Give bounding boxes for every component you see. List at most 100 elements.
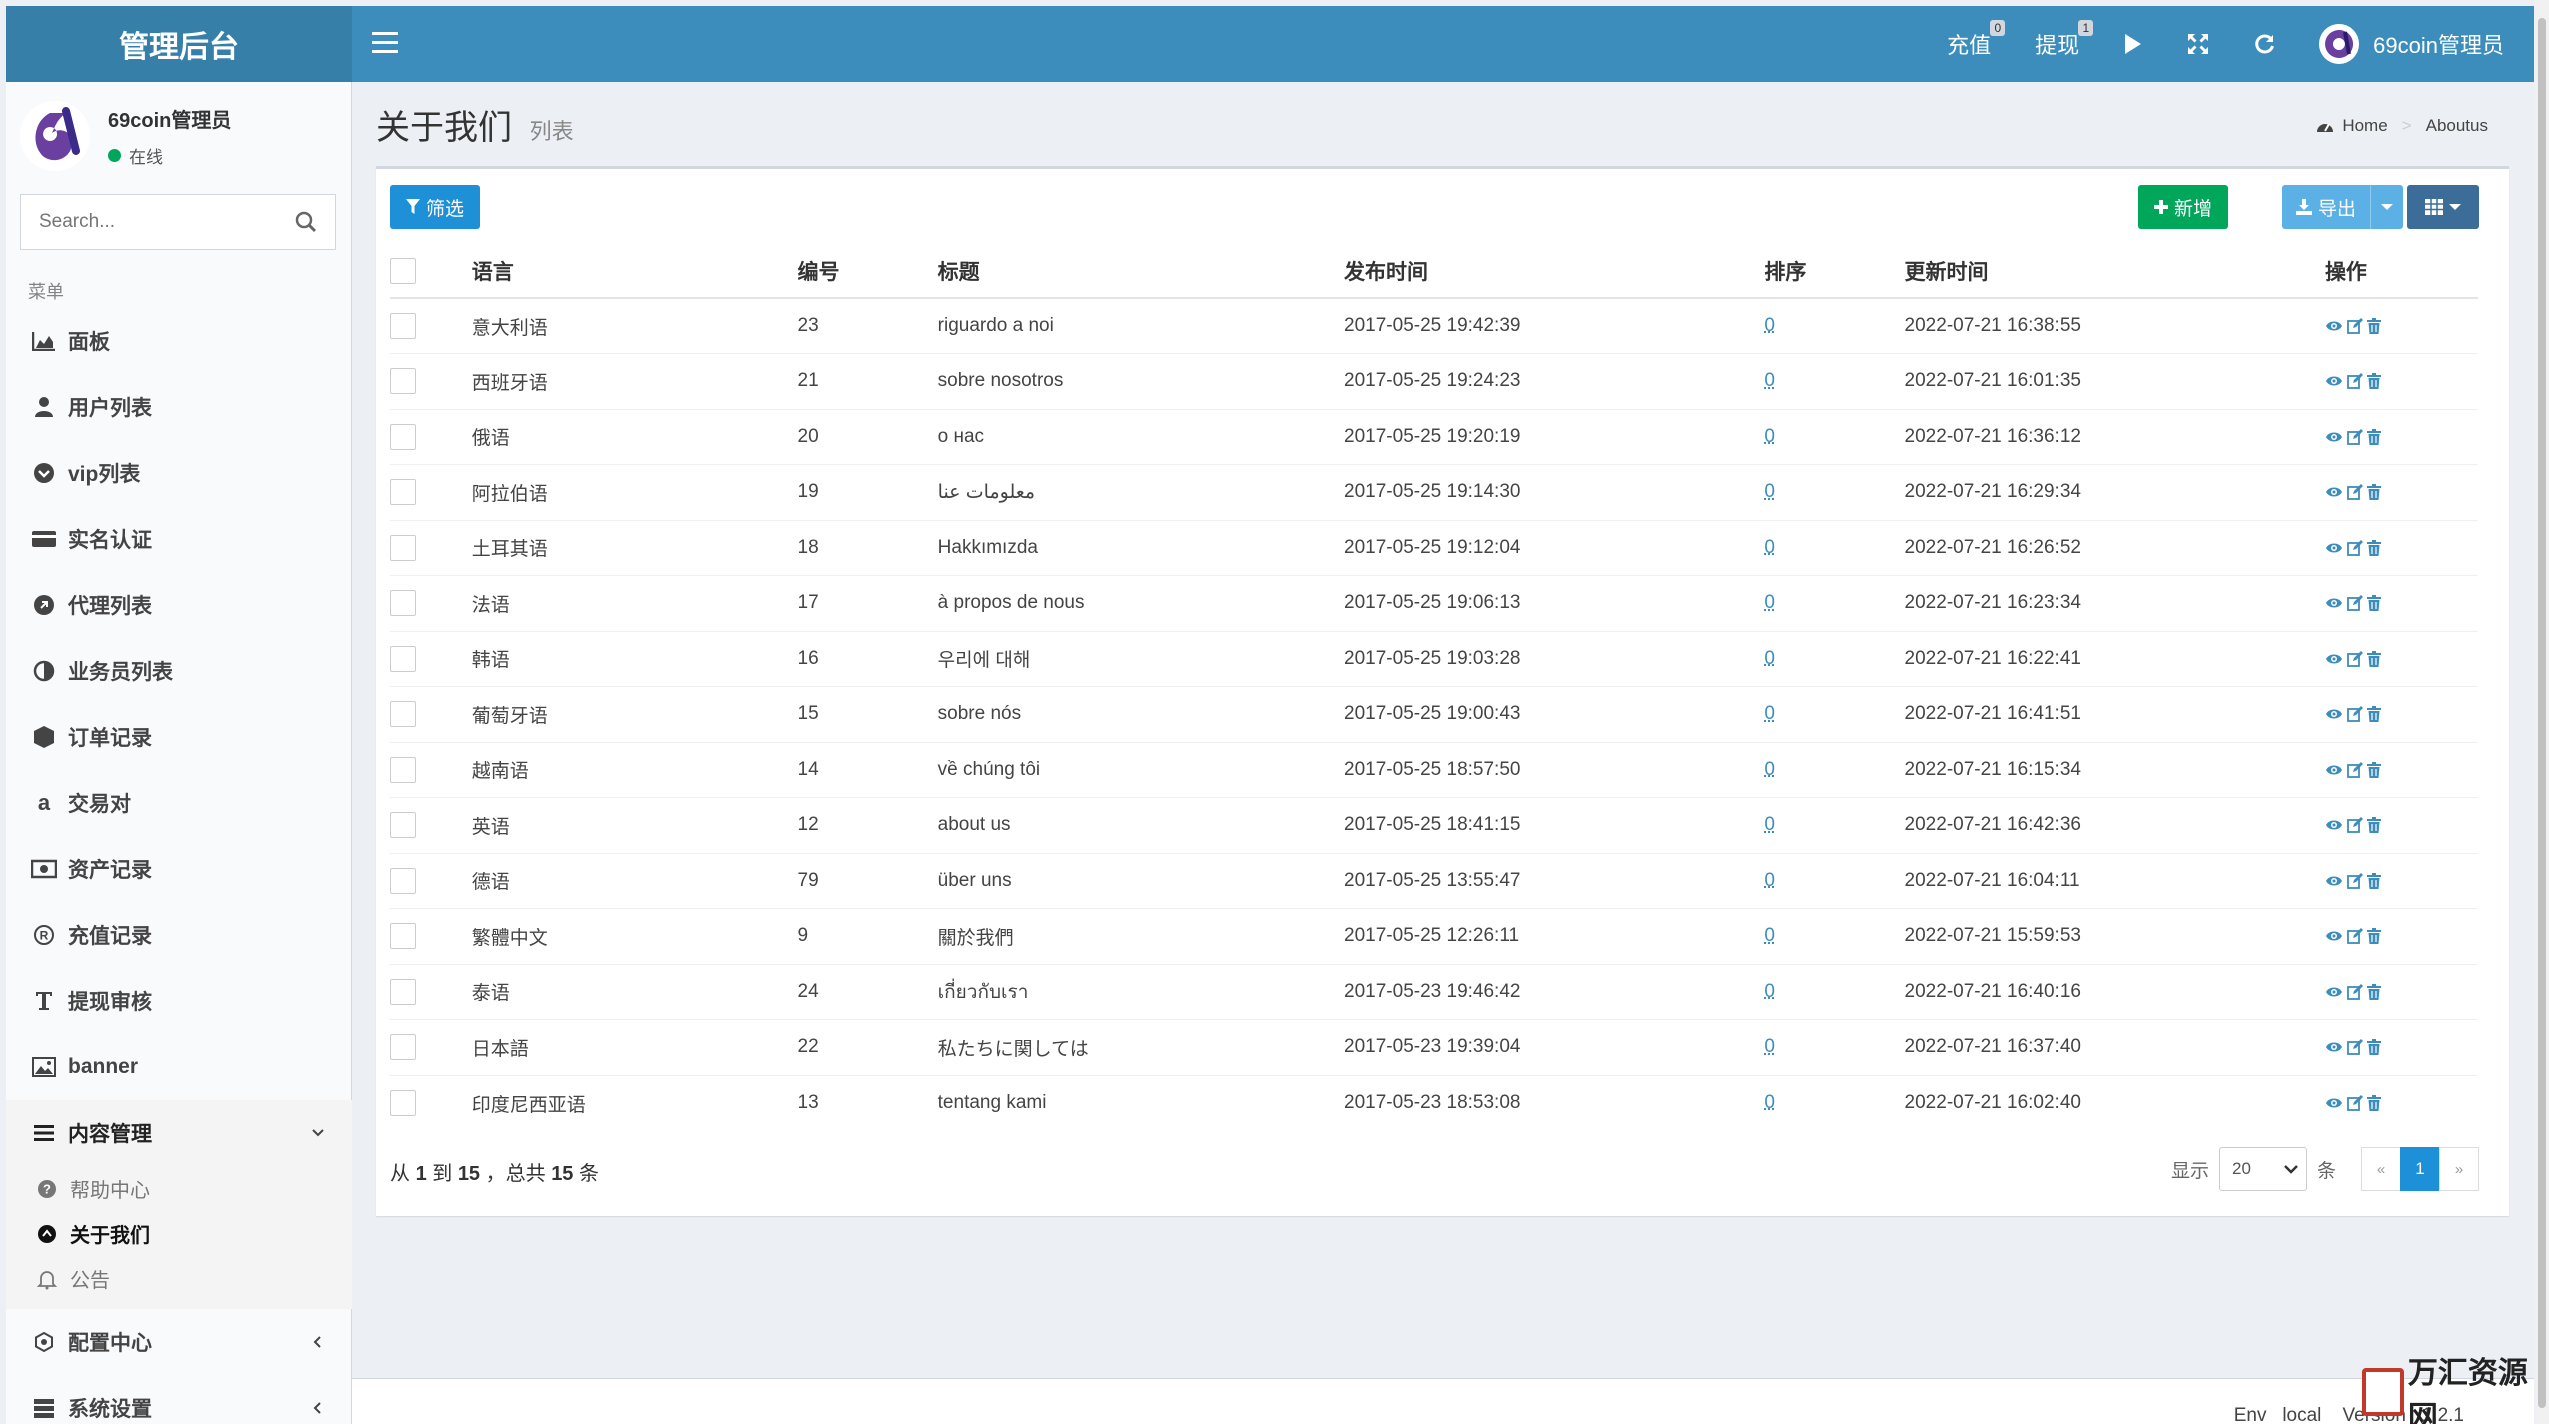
select-all-checkbox[interactable] <box>390 258 416 284</box>
edit-icon[interactable] <box>2347 1095 2363 1111</box>
delete-icon[interactable] <box>2366 1095 2381 1111</box>
sidebar-item-pairs[interactable]: a 交易对 <box>6 770 352 836</box>
delete-icon[interactable] <box>2366 928 2381 945</box>
column-header[interactable]: 编号 <box>797 245 938 299</box>
view-icon[interactable] <box>2325 874 2343 888</box>
view-icon[interactable] <box>2325 430 2343 444</box>
app-logo[interactable]: 管理后台 <box>6 6 352 82</box>
row-checkbox[interactable] <box>390 1090 416 1116</box>
sort-edit-link[interactable]: 0 <box>1764 925 1775 946</box>
edit-icon[interactable] <box>2347 318 2363 334</box>
edit-icon[interactable] <box>2347 373 2363 390</box>
prev-page-button[interactable]: « <box>2361 1147 2401 1191</box>
edit-icon[interactable] <box>2347 706 2363 723</box>
delete-icon[interactable] <box>2366 595 2381 612</box>
delete-icon[interactable] <box>2366 761 2381 778</box>
delete-icon[interactable] <box>2366 539 2381 556</box>
column-header[interactable]: 排序 <box>1764 245 1905 299</box>
page-button[interactable]: 1 <box>2400 1147 2440 1191</box>
page-size-select[interactable]: 20 <box>2218 1147 2307 1191</box>
scroll-thumb[interactable] <box>2538 18 2546 1408</box>
view-icon[interactable] <box>2325 1096 2343 1110</box>
view-icon[interactable] <box>2325 541 2343 555</box>
delete-icon[interactable] <box>2366 318 2381 334</box>
sort-edit-link[interactable]: 0 <box>1764 426 1775 447</box>
filter-button[interactable]: 筛选 <box>390 185 480 229</box>
next-page-button[interactable]: » <box>2439 1147 2479 1191</box>
delete-icon[interactable] <box>2366 373 2381 390</box>
sort-edit-link[interactable]: 0 <box>1764 703 1775 724</box>
search-input[interactable] <box>39 211 279 233</box>
sort-edit-link[interactable]: 0 <box>1764 1036 1775 1057</box>
sort-edit-link[interactable]: 0 <box>1764 370 1775 391</box>
row-checkbox[interactable] <box>390 923 416 950</box>
play-button[interactable] <box>2101 6 2165 82</box>
edit-icon[interactable] <box>2347 761 2363 778</box>
view-icon[interactable] <box>2325 818 2343 832</box>
sidebar-item-users[interactable]: 用户列表 <box>6 374 352 440</box>
edit-icon[interactable] <box>2347 595 2363 612</box>
view-icon[interactable] <box>2325 596 2343 610</box>
sidebar-item-help[interactable]: ? 帮助中心 <box>6 1166 352 1211</box>
edit-icon[interactable] <box>2347 817 2363 834</box>
sort-edit-link[interactable]: 0 <box>1764 648 1775 669</box>
sidebar-item-banner[interactable]: banner <box>6 1034 352 1100</box>
row-checkbox[interactable] <box>390 423 416 450</box>
sidebar-toggle-icon[interactable] <box>372 32 398 56</box>
sidebar-item-system[interactable]: 系统设置 <box>6 1375 352 1424</box>
row-checkbox[interactable] <box>390 701 416 728</box>
edit-icon[interactable] <box>2347 428 2363 445</box>
view-icon[interactable] <box>2325 374 2343 388</box>
delete-icon[interactable] <box>2366 983 2381 1000</box>
search-icon[interactable] <box>295 211 317 233</box>
sort-edit-link[interactable]: 0 <box>1764 592 1775 613</box>
sort-edit-link[interactable]: 0 <box>1764 981 1775 1002</box>
edit-icon[interactable] <box>2347 983 2363 1000</box>
columns-button[interactable] <box>2407 185 2479 229</box>
sort-edit-link[interactable]: 0 <box>1764 315 1775 336</box>
row-checkbox[interactable] <box>390 978 416 1005</box>
delete-icon[interactable] <box>2366 872 2381 889</box>
edit-icon[interactable] <box>2347 928 2363 945</box>
edit-icon[interactable] <box>2347 1039 2363 1056</box>
view-icon[interactable] <box>2325 1040 2343 1054</box>
row-checkbox[interactable] <box>390 867 416 894</box>
add-button[interactable]: 新增 <box>2138 185 2228 229</box>
sort-edit-link[interactable]: 0 <box>1764 759 1775 780</box>
edit-icon[interactable] <box>2347 539 2363 556</box>
row-checkbox[interactable] <box>390 590 416 617</box>
column-header[interactable]: 发布时间 <box>1344 245 1765 299</box>
sidebar-item-assets[interactable]: 资产记录 <box>6 836 352 902</box>
delete-icon[interactable] <box>2366 428 2381 445</box>
view-icon[interactable] <box>2325 763 2343 777</box>
sidebar-item-orders[interactable]: 订单记录 <box>6 704 352 770</box>
export-dropdown-toggle[interactable] <box>2370 185 2403 229</box>
sort-edit-link[interactable]: 0 <box>1764 870 1775 891</box>
delete-icon[interactable] <box>2366 484 2381 501</box>
edit-icon[interactable] <box>2347 650 2363 667</box>
row-checkbox[interactable] <box>390 645 416 672</box>
row-checkbox[interactable] <box>390 1034 416 1061</box>
sidebar-item-content[interactable]: 内容管理 <box>6 1100 352 1166</box>
row-checkbox[interactable] <box>390 812 416 839</box>
view-icon[interactable] <box>2325 929 2343 943</box>
sidebar-item-withdraw-review[interactable]: 提现审核 <box>6 968 352 1034</box>
breadcrumb-home[interactable]: Home <box>2342 116 2387 136</box>
sort-edit-link[interactable]: 0 <box>1764 1092 1775 1113</box>
view-icon[interactable] <box>2325 319 2343 333</box>
export-button[interactable]: 导出 <box>2282 185 2370 229</box>
delete-icon[interactable] <box>2366 817 2381 834</box>
view-icon[interactable] <box>2325 707 2343 721</box>
sidebar-item-verification[interactable]: 实名认证 <box>6 506 352 572</box>
column-header[interactable]: 更新时间 <box>1904 245 2325 299</box>
row-checkbox[interactable] <box>390 368 416 395</box>
sidebar-item-dashboard[interactable]: 面板 <box>6 308 352 374</box>
sidebar-item-vip[interactable]: vip列表 <box>6 440 352 506</box>
sidebar-item-notices[interactable]: 公告 <box>6 1256 352 1301</box>
refresh-button[interactable] <box>2231 6 2297 82</box>
sidebar-item-salesmen[interactable]: 业务员列表 <box>6 638 352 704</box>
sort-edit-link[interactable]: 0 <box>1764 814 1775 835</box>
view-icon[interactable] <box>2325 652 2343 666</box>
user-menu[interactable]: 69coin管理员 <box>2297 6 2534 82</box>
row-checkbox[interactable] <box>390 534 416 561</box>
